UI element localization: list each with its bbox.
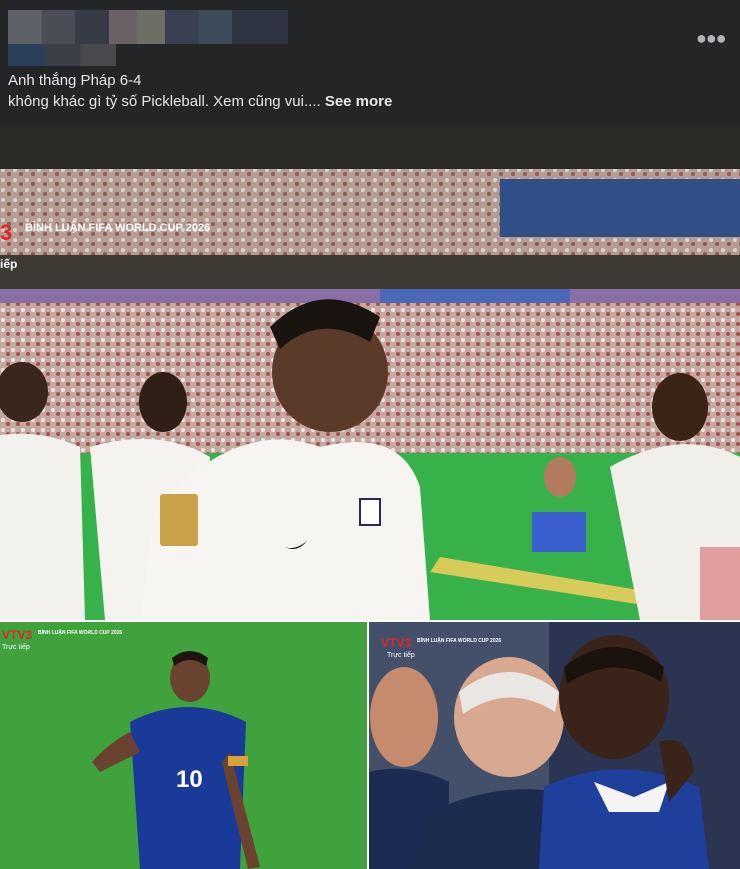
post-header: ●●● Anh thắng Pháp 6-4 không khác gì tỷ …: [0, 0, 740, 127]
vtv3-logo: VTV3: [2, 628, 33, 642]
jersey-number: 10: [176, 766, 203, 793]
facebook-post: ●●● Anh thắng Pháp 6-4 không khác gì tỷ …: [0, 0, 740, 869]
see-more-link[interactable]: See more: [325, 93, 393, 110]
vtv3-logo: VTV3: [381, 636, 412, 650]
photo-bottom-left[interactable]: VTV3 BÌNH LUẬN FIFA WORLD CUP 2026 Trực …: [0, 622, 367, 869]
live-label: iếp: [0, 257, 18, 271]
caption-text: không khác gì tỷ số Pickleball. Xem cũng…: [8, 93, 321, 110]
caption-line-1: Anh thắng Pháp 6-4: [8, 72, 142, 89]
live-label: Trực tiếp: [2, 644, 30, 651]
blurred-author-info: [8, 10, 288, 44]
live-label: Trực tiếp: [387, 652, 415, 659]
blurred-author-info: [8, 44, 116, 66]
photo-main[interactable]: 3 BÌNH LUẬN FIFA WORLD CUP 2026 iếp: [0, 127, 740, 620]
photo-main-image: [0, 127, 740, 620]
photo-bottom-right[interactable]: VTV3 BÌNH LUẬN FIFA WORLD CUP 2026 Trực …: [369, 622, 740, 869]
broadcast-title: BÌNH LUẬN FIFA WORLD CUP 2026: [38, 630, 123, 636]
photo-right-image: [369, 622, 740, 869]
broadcast-title: BÌNH LUẬN FIFA WORLD CUP 2026: [417, 638, 502, 644]
vtv3-logo: 3: [0, 220, 13, 245]
caption-line-2: không khác gì tỷ số Pickleball. Xem cũng…: [8, 91, 392, 112]
photo-left-image: [0, 622, 367, 869]
more-options-button[interactable]: ●●●: [696, 26, 727, 50]
more-horizontal-icon: ●●●: [696, 28, 727, 48]
broadcast-title: BÌNH LUẬN FIFA WORLD CUP 2026: [25, 222, 211, 234]
post-caption: Anh thắng Pháp 6-4 không khác gì tỷ số P…: [8, 70, 392, 112]
